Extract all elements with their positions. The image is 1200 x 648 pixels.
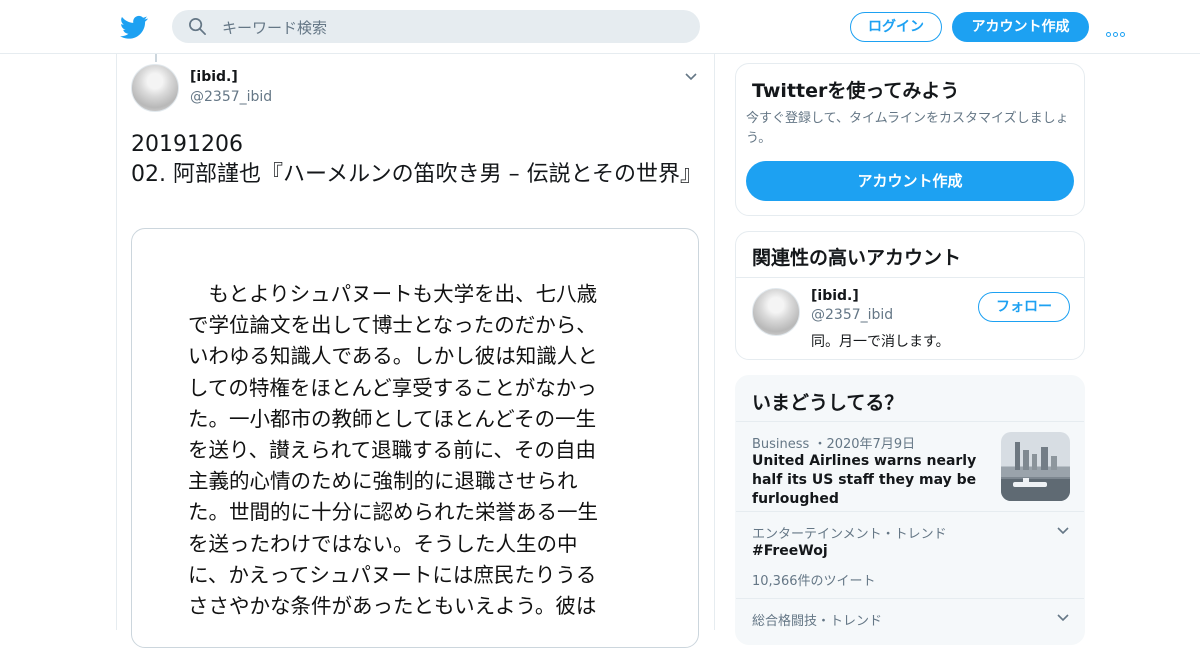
news-thumbnail[interactable]	[1001, 432, 1070, 501]
divider	[736, 511, 1084, 512]
divider	[736, 277, 1084, 278]
trend-meta: Business ・2020年7月9日	[752, 437, 916, 452]
divider	[736, 598, 1084, 599]
signup-card: Twitterを使ってみよう 今すぐ登録して、タイムラインをカスタマイズしましょ…	[735, 63, 1085, 216]
signup-description: 今すぐ登録して、タイムラインをカスタマイズしましょう。	[746, 111, 1069, 146]
related-accounts-title: 関連性の高いアカウント	[752, 247, 962, 269]
trend-tweet-count: 10,366件のツイート	[752, 574, 876, 589]
trend-meta: エンターテインメント・トレンド	[752, 527, 947, 542]
thread-connector-line	[155, 54, 157, 62]
tweet-author-name[interactable]: [ibid.]	[190, 69, 238, 85]
avatar[interactable]	[752, 288, 800, 336]
trend-meta: 総合格闘技・トレンド	[752, 614, 883, 629]
scan-line: で学位論文を出して博士となったのだから、	[188, 313, 597, 338]
follow-button[interactable]: フォロー	[978, 292, 1070, 322]
scan-line: た。一小都市の教師としてほとんどその一生	[188, 406, 597, 431]
scan-line: ささやかな条件があったともいえよう。彼は	[188, 594, 597, 619]
related-account-handle[interactable]: @2357_ibid	[811, 307, 893, 323]
trend-title[interactable]: #FreeWoj	[752, 542, 828, 561]
book-page-scan: もとよりシュパヌートも大学を出、七八歳 で学位論文を出して博士となったのだから、…	[188, 279, 648, 622]
search-placeholder: キーワード検索	[222, 19, 328, 37]
related-account-name[interactable]: [ibid.]	[811, 288, 859, 304]
chevron-down-icon[interactable]	[1056, 611, 1070, 625]
trends-title: いまどうしてる？	[752, 392, 904, 414]
scan-line: もとよりシュパヌートも大学を出、七八歳	[188, 282, 598, 306]
related-account-bio: 同。月一で消します。	[811, 334, 950, 350]
city-skyline-image	[1001, 442, 1070, 501]
scan-line: た。世間的に十分に認められた栄誉ある一生	[188, 500, 598, 525]
tweet-author-avatar[interactable]	[131, 64, 179, 112]
scan-line: を送り、讃えられて退職する前に、その自由	[188, 438, 596, 463]
scan-line: いわゆる知識人である。しかし彼は知識人と	[188, 344, 598, 369]
twitter-bird-icon[interactable]	[120, 13, 148, 41]
trends-card: いまどうしてる？ Business ・2020年7月9日 United Airl…	[735, 375, 1085, 645]
scan-line: を送ったわけではない。そうした人生の中	[188, 531, 578, 556]
scan-line: に、かえってシュパヌートには庶民たりうる	[188, 562, 597, 587]
chevron-down-icon[interactable]	[684, 70, 698, 84]
tweet-image[interactable]: もとよりシュパヌートも大学を出、七八歳 で学位論文を出して博士となったのだから、…	[131, 228, 699, 648]
chevron-down-icon[interactable]	[1056, 524, 1070, 538]
search-icon	[189, 18, 206, 35]
search-input[interactable]: キーワード検索	[172, 10, 700, 43]
tweet-author-handle[interactable]: @2357_ibid	[190, 89, 272, 105]
more-options-icon[interactable]	[1106, 22, 1130, 37]
signup-title: Twitterを使ってみよう	[752, 80, 960, 102]
trend-title[interactable]: United Airlines warns nearly half its US…	[752, 452, 992, 509]
login-button[interactable]: ログイン	[850, 12, 942, 42]
tweet-text: 20191206 02. 阿部謹也『ハーメルンの笛吹き男 – 伝説とその世界』	[131, 132, 702, 187]
divider	[736, 421, 1084, 422]
create-account-button[interactable]: アカウント作成	[952, 12, 1089, 42]
signup-create-account-button[interactable]: アカウント作成	[746, 161, 1074, 201]
related-accounts-card: 関連性の高いアカウント [ibid.] @2357_ibid 同。月一で消します…	[735, 231, 1085, 360]
top-navigation-bar: キーワード検索 ログイン アカウント作成	[0, 0, 1200, 54]
scan-line: しての特権をほとんど享受することがなかっ	[188, 375, 597, 400]
scan-line: 主義的心情のために強制的に退職させられ	[188, 469, 578, 494]
